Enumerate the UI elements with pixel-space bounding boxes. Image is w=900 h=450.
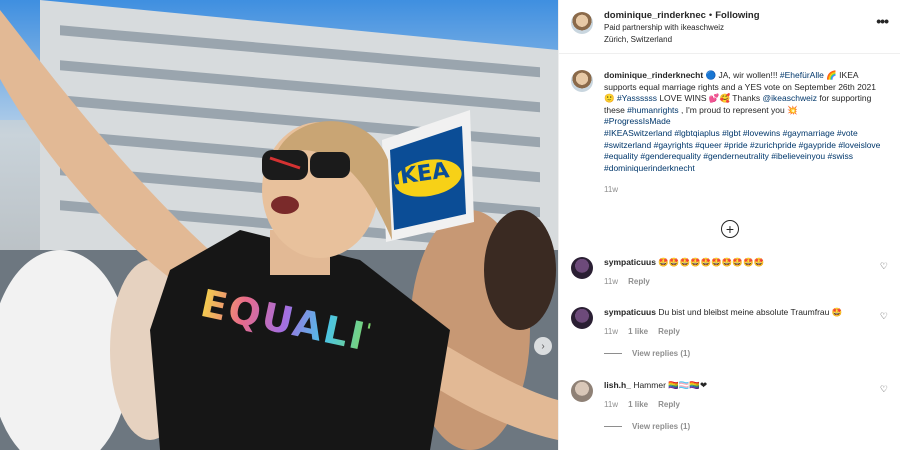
post-header: dominique_rinderknec • Following Paid pa…: [559, 0, 900, 54]
caption-timestamp[interactable]: 11w: [604, 184, 888, 196]
following-button[interactable]: Following: [715, 10, 759, 21]
avatar[interactable]: [571, 380, 593, 402]
divider: [604, 353, 622, 354]
view-replies-button[interactable]: View replies (1): [604, 349, 888, 358]
comment-text: Du bist und bleibst meine absolute Traum…: [658, 307, 843, 317]
heart-icon[interactable]: ♡: [880, 384, 888, 395]
view-replies-label: View replies (1): [632, 349, 691, 358]
hashtag-list[interactable]: #IKEASwitzerland #lgbtqiaplus #lgbt #lov…: [604, 128, 880, 173]
avatar[interactable]: [571, 307, 593, 329]
separator-dot: •: [708, 10, 713, 21]
comment-time[interactable]: 11w: [604, 327, 618, 336]
hashtag[interactable]: #Yassssss: [617, 93, 657, 103]
more-dots-icon[interactable]: •••: [876, 14, 889, 28]
comment: sympaticuus 🤩🤩🤩🤩🤩🤩🤩🤩🤩🤩 11w Reply ♡: [571, 257, 888, 286]
avatar[interactable]: [571, 257, 593, 279]
partnership-label[interactable]: Paid partnership with ikeaschweiz: [604, 22, 900, 33]
caption-part: 🔵 JA, wir wollen!!!: [703, 70, 780, 80]
view-replies-label: View replies (1): [632, 422, 691, 431]
hashtag[interactable]: #EhefürAlle: [780, 70, 824, 80]
caption-text: dominique_rinderknecht 🔵 JA, wir wollen!…: [604, 70, 888, 196]
plus-circle-icon[interactable]: +: [721, 220, 739, 238]
comment-likes[interactable]: 1 like: [628, 400, 648, 409]
reply-button[interactable]: Reply: [658, 327, 680, 336]
comment-username[interactable]: sympaticuus: [604, 307, 656, 317]
mention[interactable]: @ikeaschweiz: [763, 93, 817, 103]
comment-text: 🤩🤩🤩🤩🤩🤩🤩🤩🤩🤩: [658, 257, 765, 267]
divider: [604, 426, 622, 427]
reply-button[interactable]: Reply: [658, 400, 680, 409]
comment-time[interactable]: 11w: [604, 277, 618, 286]
comment-body: sympaticuus Du bist und bleibst meine ab…: [604, 307, 888, 358]
comment-username[interactable]: sympaticuus: [604, 257, 656, 267]
comment-body: sympaticuus 🤩🤩🤩🤩🤩🤩🤩🤩🤩🤩 11w Reply: [604, 257, 888, 286]
header-row: dominique_rinderknec • Following: [604, 10, 900, 21]
comment: sympaticuus Du bist und bleibst meine ab…: [571, 307, 888, 358]
heart-icon[interactable]: ♡: [880, 311, 888, 322]
view-replies-button[interactable]: View replies (1): [604, 422, 888, 431]
heart-icon[interactable]: ♡: [880, 261, 888, 272]
caption-part: , I'm proud to represent you 💥: [678, 104, 798, 115]
comment: lish.h_ Hammer 🏳️‍🌈🏳️‍⚧️🏳️‍🌈❤ 11w 1 like…: [571, 380, 888, 431]
header-info: dominique_rinderknec • Following Paid pa…: [604, 10, 900, 45]
post-photo[interactable]: EQUALITY IKEA ›: [0, 0, 558, 450]
comment-username[interactable]: lish.h_: [604, 380, 631, 390]
chevron-right-icon[interactable]: ›: [534, 337, 552, 355]
comment-likes[interactable]: 1 like: [628, 327, 648, 336]
post-sidebar: dominique_rinderknec • Following Paid pa…: [558, 0, 900, 450]
avatar[interactable]: [571, 70, 593, 92]
caption-username[interactable]: dominique_rinderknecht: [604, 70, 703, 80]
hashtag[interactable]: #humanrights: [627, 105, 679, 115]
caption-part: LOVE WINS 💕🥰 Thanks: [656, 93, 763, 104]
location-link[interactable]: Zürich, Switzerland: [604, 34, 900, 45]
post-viewer: EQUALITY IKEA › dominique_rinderknec • F…: [0, 0, 900, 450]
author-username[interactable]: dominique_rinderknec: [604, 10, 706, 21]
reply-button[interactable]: Reply: [628, 277, 650, 286]
comment-body: lish.h_ Hammer 🏳️‍🌈🏳️‍⚧️🏳️‍🌈❤ 11w 1 like…: [604, 380, 888, 431]
hashtag[interactable]: #ProgressIsMade: [604, 116, 671, 126]
avatar[interactable]: [571, 12, 593, 34]
comment-time[interactable]: 11w: [604, 400, 618, 409]
comment-text: Hammer 🏳️‍🌈🏳️‍⚧️🏳️‍🌈❤: [633, 380, 708, 390]
caption: dominique_rinderknecht 🔵 JA, wir wollen!…: [559, 54, 900, 196]
